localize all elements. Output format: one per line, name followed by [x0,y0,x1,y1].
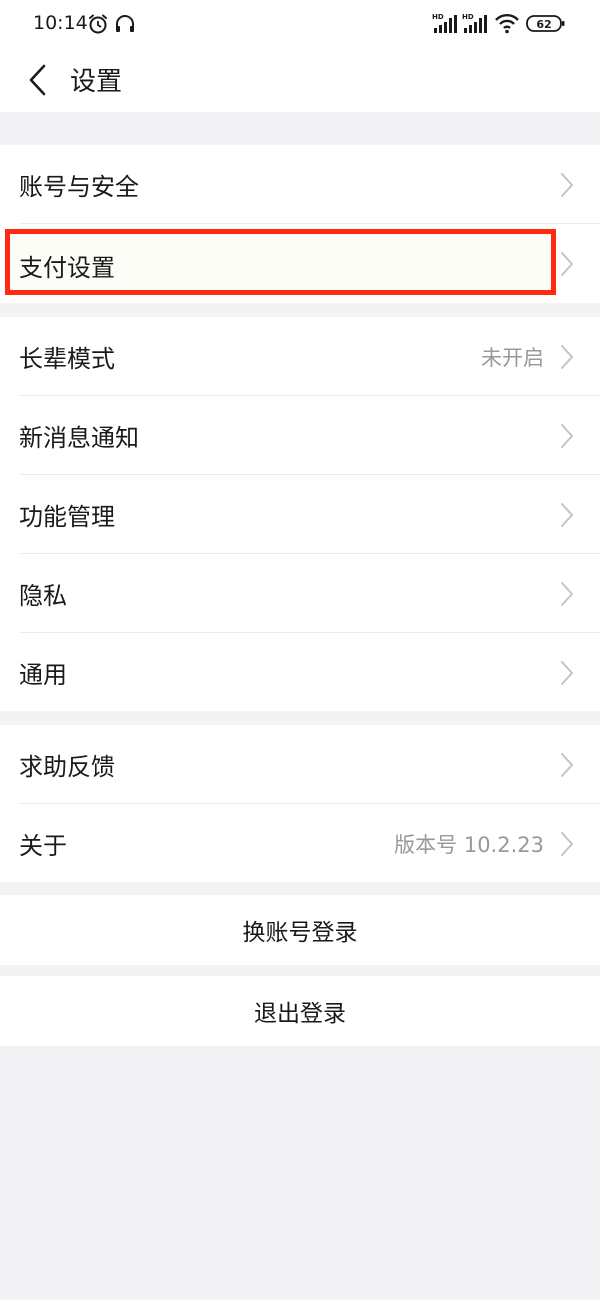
settings-item-label: 账号与安全 [19,173,139,201]
svg-text:HD: HD [462,13,474,21]
wifi-icon [494,12,520,38]
alarm-icon [87,13,109,39]
settings-item-label: 关于 [19,832,67,860]
hd-signal-icon: HD [432,12,458,38]
battery-icon: 62 [526,14,566,38]
chevron-right-icon [561,582,573,606]
hd-signal-icon: HD [462,12,488,38]
version-value: 版本号 10.2.23 [394,833,544,857]
switch-account-label: 换账号登录 [242,920,358,946]
chevron-right-icon [561,832,573,856]
back-button[interactable] [18,60,58,100]
logout-label: 退出登录 [254,1001,346,1027]
settings-item-account-security[interactable]: 账号与安全 [0,145,600,224]
chevron-right-icon [561,661,573,685]
settings-item-label: 支付设置 [19,254,115,282]
switch-account-button[interactable]: 换账号登录 [0,895,600,965]
settings-item-value: 未开启 [481,346,544,370]
logout-button[interactable]: 退出登录 [0,976,600,1046]
settings-item-about[interactable]: 关于 版本号 10.2.23 [0,804,600,883]
settings-item-label: 长辈模式 [19,345,115,373]
settings-item-label: 新消息通知 [19,424,139,452]
battery-level: 62 [536,18,551,31]
chevron-right-icon [561,753,573,777]
chevron-right-icon [561,503,573,527]
status-bar: 10:14 HD HD 62 [0,0,600,50]
settings-item-label: 求助反馈 [19,753,115,781]
chevron-right-icon [561,424,573,448]
nav-bar: 设置 [0,50,600,112]
chevron-right-icon [561,252,573,276]
settings-item-label: 隐私 [19,582,67,610]
settings-group-general: 长辈模式 未开启 新消息通知 功能管理 隐私 通用 [0,317,600,711]
status-time: 10:14 [33,12,88,34]
settings-item-notifications[interactable]: 新消息通知 [0,396,600,475]
chevron-right-icon [561,173,573,197]
settings-item-privacy[interactable]: 隐私 [0,554,600,633]
settings-item-label: 通用 [19,661,67,689]
settings-item-feedback[interactable]: 求助反馈 [0,725,600,804]
settings-item-features[interactable]: 功能管理 [0,475,600,554]
settings-item-label: 功能管理 [19,503,115,531]
chevron-left-icon [29,64,46,96]
chevron-right-icon [561,345,573,369]
settings-group-support: 求助反馈 关于 版本号 10.2.23 [0,725,600,882]
page-title: 设置 [70,67,123,97]
headset-icon [114,13,136,39]
settings-item-general[interactable]: 通用 [0,633,600,712]
svg-text:HD: HD [432,13,444,21]
highlight-box: 支付设置 [5,229,556,295]
settings-item-elder-mode[interactable]: 长辈模式 未开启 [0,317,600,396]
